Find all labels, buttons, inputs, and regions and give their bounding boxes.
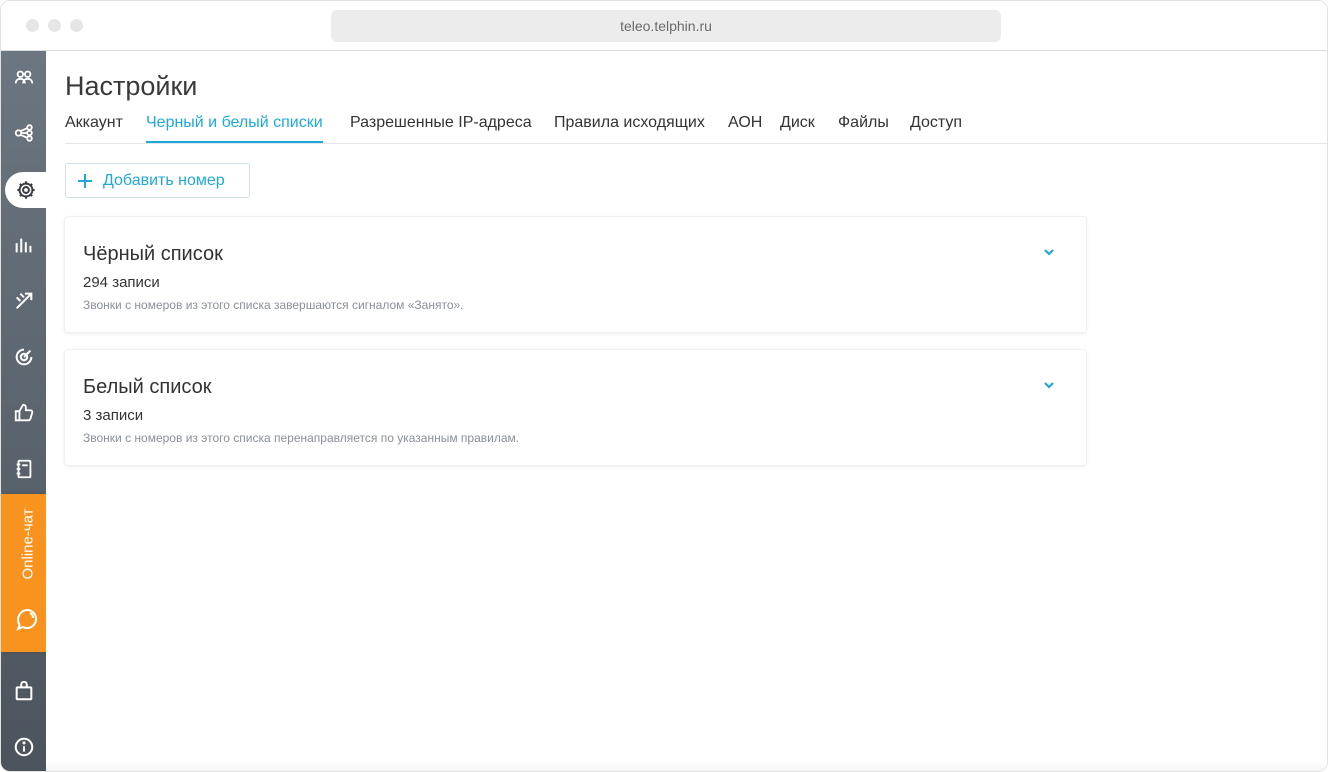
add-number-button[interactable]: Добавить номер <box>65 163 250 198</box>
zoom-window-button[interactable] <box>70 19 83 32</box>
sidebar-item-target[interactable] <box>1 337 46 377</box>
sidebar <box>1 51 48 771</box>
tab-black-white-lists[interactable]: Черный и белый списки <box>146 114 323 143</box>
sidebar-item-stats[interactable] <box>1 225 46 265</box>
scheme-icon <box>14 124 33 142</box>
sidebar-item-bag[interactable] <box>1 671 46 711</box>
calls-icon <box>15 292 32 310</box>
main-content: Настройки Аккаунт Черный и белый списки … <box>46 51 1327 771</box>
sidebar-item-info[interactable] <box>1 727 46 767</box>
tab-files[interactable]: Файлы <box>838 114 889 143</box>
card-description: Звонки с номеров из этого списка перенап… <box>83 431 520 445</box>
tab-disk[interactable]: Диск <box>780 114 815 143</box>
tab-account[interactable]: Аккаунт <box>65 114 123 143</box>
online-chat-label: Online-чат <box>19 508 37 580</box>
sidebar-item-scheme[interactable] <box>1 113 46 153</box>
chevron-down-icon[interactable] <box>1042 380 1056 390</box>
address-bar[interactable]: teleo.telphin.ru <box>331 10 1001 42</box>
settings-tabs: Аккаунт Черный и белый списки Разрешенны… <box>65 114 1327 144</box>
bottom-fade <box>46 761 1327 771</box>
chevron-down-icon[interactable] <box>1042 247 1056 257</box>
plus-icon <box>78 173 92 188</box>
close-window-button[interactable] <box>26 19 39 32</box>
info-icon <box>14 737 33 757</box>
white-list-card[interactable]: Белый список 3 записи Звонки с номеров и… <box>65 350 1086 465</box>
title-bar: teleo.telphin.ru <box>1 1 1327 51</box>
notebook-icon <box>16 459 31 479</box>
card-description: Звонки с номеров из этого списка заверша… <box>83 298 464 312</box>
card-count: 3 записи <box>83 407 144 424</box>
browser-window: teleo.telphin.ru Online-чат Настройки Ак… <box>0 0 1328 772</box>
page-title: Настройки <box>65 71 198 101</box>
card-title: Чёрный список <box>83 243 223 265</box>
minimize-window-button[interactable] <box>48 19 61 32</box>
sidebar-item-feedback[interactable] <box>1 393 46 433</box>
stats-icon <box>15 238 31 253</box>
sidebar-item-calls[interactable] <box>1 281 46 321</box>
sidebar-item-users[interactable] <box>1 57 46 97</box>
tab-allowed-ip[interactable]: Разрешенные IP-адреса <box>350 114 532 143</box>
black-list-card[interactable]: Чёрный список 294 записи Звонки с номеро… <box>65 217 1086 332</box>
tab-aon[interactable]: АОН <box>728 114 762 143</box>
bag-icon <box>15 680 32 701</box>
thumbs-up-icon <box>14 403 33 422</box>
add-number-label: Добавить номер <box>103 171 225 189</box>
chat-bubble-icon <box>16 608 38 631</box>
target-icon <box>15 348 32 366</box>
settings-icon <box>16 181 35 199</box>
sidebar-item-settings[interactable] <box>3 170 48 210</box>
card-count: 294 записи <box>83 274 160 291</box>
card-title: Белый список <box>83 376 212 398</box>
tab-access[interactable]: Доступ <box>910 114 962 143</box>
users-icon <box>14 70 33 84</box>
sidebar-item-notebook[interactable] <box>1 449 46 489</box>
tab-outgoing-rules[interactable]: Правила исходящих <box>554 114 705 143</box>
